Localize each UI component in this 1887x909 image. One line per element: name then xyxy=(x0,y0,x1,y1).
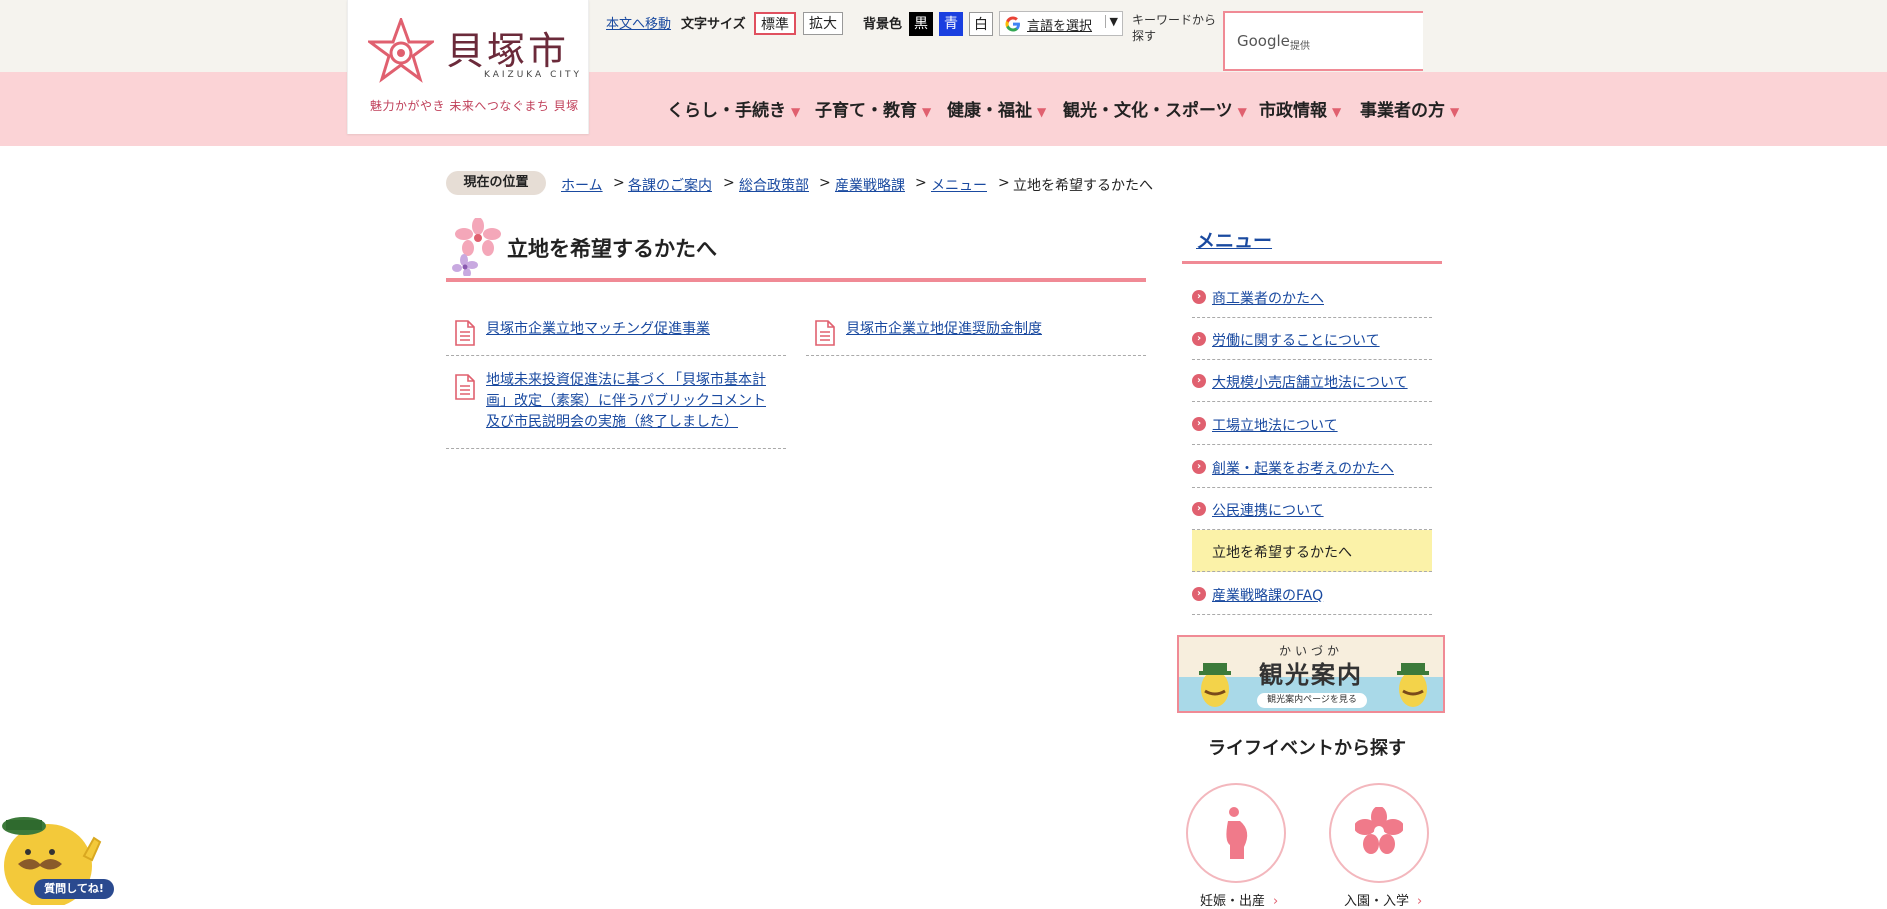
page-title: 立地を希望するかたへ xyxy=(507,237,717,261)
banner-title: 観光案内 xyxy=(1259,661,1363,689)
chevron-right-icon: › xyxy=(1192,417,1206,431)
sidebar-item-label[interactable]: 産業戦略課のFAQ xyxy=(1212,585,1323,605)
sidebar-item-label: 立地を希望するかたへ xyxy=(1212,545,1352,561)
document-icon xyxy=(815,320,835,346)
search-provided-label: 提供 xyxy=(1290,41,1310,52)
dropdown-triangle-icon: ▼ xyxy=(1332,105,1342,119)
sidebar-item-public-private[interactable]: › 公民連携について xyxy=(1192,488,1432,530)
document-link[interactable]: 貝塚市企業立地マッチング促進事業 xyxy=(486,319,710,340)
banner-link-pill: 観光案内ページを見る xyxy=(1257,693,1367,708)
logo-text: 貝塚市 xyxy=(446,29,570,73)
sidebar-item-label[interactable]: 創業・起業をお考えのかたへ xyxy=(1212,458,1394,478)
keyword-search-label: キーワードから探す xyxy=(1132,13,1217,43)
breadcrumb-separator: > xyxy=(819,175,831,191)
bg-color-label: 背景色 xyxy=(863,17,903,32)
document-link[interactable]: 貝塚市企業立地促進奨励金制度 xyxy=(846,319,1042,340)
life-event-heading: ライフイベントから探す xyxy=(1208,738,1406,759)
breadcrumb-link-menu[interactable]: メニュー xyxy=(931,175,987,195)
breadcrumb-separator: > xyxy=(998,175,1010,191)
breadcrumb-link-home[interactable]: ホーム xyxy=(561,175,603,195)
pregnant-woman-icon xyxy=(1226,807,1248,859)
bg-black-button[interactable]: 黒 xyxy=(909,12,933,36)
chevron-right-icon: › xyxy=(1192,502,1206,516)
document-link[interactable]: 地域未来投資促進法に基づく「貝塚市基本計画」改定（素案）に伴うパブリックコメント… xyxy=(486,370,778,433)
logo-tagline: 魅力かがやき 未来へつなぐまち 貝塚 xyxy=(370,99,579,113)
cherry-blossom-icon xyxy=(1355,807,1403,854)
dropdown-triangle-icon: ▼ xyxy=(922,105,932,119)
sidebar-item-startup[interactable]: › 創業・起業をお考えのかたへ xyxy=(1192,446,1432,488)
dropdown-triangle-icon: ▼ xyxy=(1450,105,1460,119)
chevron-right-icon: › xyxy=(1192,460,1206,474)
sidebar-title-underline xyxy=(1182,261,1442,264)
breadcrumb-separator: > xyxy=(723,175,735,191)
logo-roman: KAIZUKA CITY xyxy=(484,70,583,80)
nav-item-childcare[interactable]: 子育て・教育 ▼ xyxy=(815,96,931,121)
google-logo: Google xyxy=(1237,32,1290,50)
dropdown-arrow-icon: ▼ xyxy=(1104,15,1118,28)
skip-to-content-link[interactable]: 本文へ移動 xyxy=(606,13,671,32)
chevron-right-icon: › xyxy=(1273,894,1279,909)
sidebar-item-siting-current[interactable]: 立地を希望するかたへ xyxy=(1192,530,1432,572)
nav-item-tourism[interactable]: 観光・文化・スポーツ ▼ xyxy=(1063,96,1247,121)
breadcrumb-label: 現在の位置 xyxy=(446,171,546,195)
top-utility-strip xyxy=(0,0,1887,72)
chevron-right-icon: › xyxy=(1192,374,1206,388)
document-icon xyxy=(455,320,475,346)
sidebar-item-commerce[interactable]: › 商工業者のかたへ xyxy=(1192,276,1432,318)
chevron-right-icon: › xyxy=(1192,587,1206,601)
language-select-label: 言語を選択 xyxy=(1027,19,1093,34)
chatbot-ask-button[interactable]: 質問してね! xyxy=(34,879,114,899)
dropdown-triangle-icon: ▼ xyxy=(1037,105,1047,119)
sidebar-item-label[interactable]: 労働に関することについて xyxy=(1212,330,1380,350)
breadcrumb-separator: > xyxy=(613,175,625,191)
nav-item-city-info[interactable]: 市政情報 ▼ xyxy=(1259,96,1341,121)
font-size-standard-button[interactable]: 標準 xyxy=(754,12,796,35)
sidebar-item-large-retail[interactable]: › 大規模小売店舗立地法について xyxy=(1192,360,1432,402)
document-link-item[interactable]: 貝塚市企業立地マッチング促進事業 xyxy=(446,314,786,356)
google-g-icon xyxy=(1005,16,1020,32)
document-link-item[interactable]: 地域未来投資促進法に基づく「貝塚市基本計画」改定（素案）に伴うパブリックコメント… xyxy=(446,369,786,449)
city-emblem-icon xyxy=(368,18,434,83)
sidebar-menu-title[interactable]: メニュー xyxy=(1196,226,1272,253)
dropdown-triangle-icon: ▼ xyxy=(1237,105,1247,119)
cosmos-flower-icon xyxy=(452,218,501,276)
breadcrumb-current: 立地を希望するかたへ xyxy=(1013,178,1153,194)
bg-white-button[interactable]: 白 xyxy=(969,12,993,36)
sidebar-item-label[interactable]: 大規模小売店舗立地法について xyxy=(1212,372,1408,392)
language-select[interactable]: 言語を選択 ▼ xyxy=(999,11,1123,36)
chevron-right-icon: › xyxy=(1192,290,1206,304)
nav-item-business[interactable]: 事業者の方 ▼ xyxy=(1360,96,1459,121)
dropdown-triangle-icon: ▼ xyxy=(791,105,801,119)
breadcrumb-link-departments[interactable]: 各課のご案内 xyxy=(628,175,712,195)
chevron-right-icon: › xyxy=(1192,332,1206,346)
sidebar-item-label[interactable]: 公民連携について xyxy=(1212,500,1324,520)
breadcrumb-link-industry[interactable]: 産業戦略課 xyxy=(835,175,905,195)
life-event-pregnancy[interactable] xyxy=(1186,783,1286,883)
global-nav-band xyxy=(0,72,1887,146)
title-underline xyxy=(446,278,1146,282)
search-input[interactable]: Google 提供 xyxy=(1223,11,1423,71)
tourism-banner[interactable]: かいづか 観光案内 観光案内ページを見る xyxy=(1177,635,1445,713)
font-size-large-button[interactable]: 拡大 xyxy=(803,12,843,35)
site-logo[interactable]: 貝塚市 KAIZUKA CITY 魅力かがやき 未来へつなぐまち 貝塚 xyxy=(347,0,589,134)
chevron-right-icon: › xyxy=(1417,894,1423,909)
life-event-school[interactable] xyxy=(1329,783,1429,883)
breadcrumb-link-policy[interactable]: 総合政策部 xyxy=(739,175,809,195)
sidebar-item-faq[interactable]: › 産業戦略課のFAQ xyxy=(1192,573,1432,615)
life-event-label[interactable]: 入園・入学 › xyxy=(1344,890,1422,909)
font-size-label: 文字サイズ xyxy=(681,17,746,32)
breadcrumb-separator: > xyxy=(915,175,927,191)
document-icon xyxy=(455,374,475,400)
sidebar-item-labor[interactable]: › 労働に関することについて xyxy=(1192,318,1432,360)
sidebar-item-label[interactable]: 商工業者のかたへ xyxy=(1212,288,1324,308)
life-event-label[interactable]: 妊娠・出産 › xyxy=(1200,890,1278,909)
document-link-item[interactable]: 貝塚市企業立地促進奨励金制度 xyxy=(806,314,1146,356)
bg-blue-button[interactable]: 青 xyxy=(939,12,963,36)
sidebar-item-factory[interactable]: › 工場立地法について xyxy=(1192,403,1432,445)
nav-item-health[interactable]: 健康・福祉 ▼ xyxy=(947,96,1046,121)
sidebar-item-label[interactable]: 工場立地法について xyxy=(1212,415,1338,435)
nav-item-living[interactable]: くらし・手続き ▼ xyxy=(667,96,800,121)
